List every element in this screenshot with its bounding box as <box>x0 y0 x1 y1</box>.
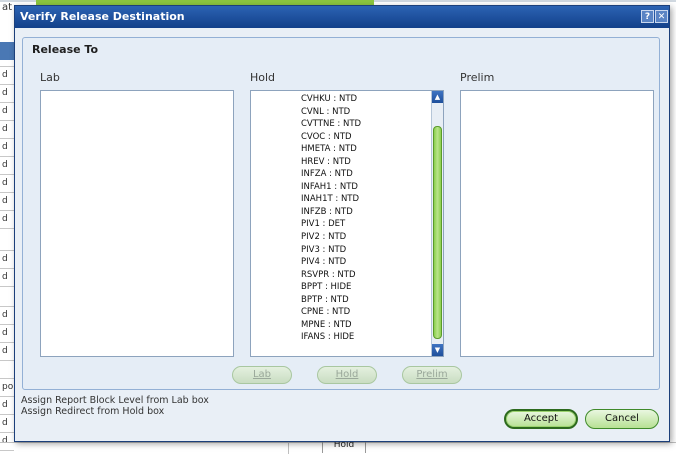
lab-column-label: Lab <box>40 71 60 84</box>
background-row: d <box>0 342 14 361</box>
background-row: d <box>0 138 14 157</box>
list-item[interactable]: HMETA : NTD <box>301 143 421 156</box>
background-header-band <box>0 42 14 60</box>
background-row: po <box>0 378 14 397</box>
background-grid-line <box>288 442 289 454</box>
list-item[interactable]: INFZB : NTD <box>301 206 421 219</box>
move-to-prelim-label: Prelim <box>416 369 448 380</box>
background-row: d <box>0 324 14 343</box>
background-column-header: at <box>2 2 13 13</box>
hold-listbox[interactable]: CVHKU : NTD CVNL : NTD CVTTNE : NTD CVOC… <box>250 90 444 357</box>
prelim-listbox[interactable] <box>460 90 654 357</box>
background-row: d <box>0 120 14 139</box>
release-to-group: Release To Lab Hold Prelim CVHKU : NTD C… <box>22 37 660 390</box>
accept-button[interactable]: Accept <box>504 409 578 429</box>
list-item[interactable]: RSVPR : NTD <box>301 269 421 282</box>
background-row: d <box>0 156 14 175</box>
move-to-prelim-button[interactable]: Prelim <box>402 366 462 384</box>
cancel-label: Cancel <box>605 413 639 424</box>
list-item[interactable]: CPNE : NTD <box>301 306 421 319</box>
background-row: d <box>0 84 14 103</box>
list-item[interactable]: INFZA : NTD <box>301 168 421 181</box>
hold-column-label: Hold <box>250 71 276 84</box>
down-arrow-icon[interactable]: ▼ <box>432 344 443 356</box>
list-item[interactable]: BPTP : NTD <box>301 294 421 307</box>
move-to-hold-label: Hold <box>335 369 359 380</box>
list-item[interactable]: CVOC : NTD <box>301 131 421 144</box>
list-item[interactable]: MPNE : NTD <box>301 319 421 332</box>
move-to-hold-button[interactable]: Hold <box>317 366 377 384</box>
help-button[interactable]: ? <box>641 10 654 23</box>
list-item[interactable]: CVNL : NTD <box>301 106 421 119</box>
background-row: d <box>0 210 14 229</box>
list-item[interactable]: PIV1 : DET <box>301 218 421 231</box>
dialog-titlebar[interactable]: Verify Release Destination <box>15 6 669 28</box>
cancel-button[interactable]: Cancel <box>585 409 659 429</box>
dialog-title: Verify Release Destination <box>20 10 185 23</box>
list-item[interactable]: INAH1T : NTD <box>301 193 421 206</box>
hold-scrollbar[interactable]: ▲ ▼ <box>431 91 443 356</box>
background-row: d <box>0 174 14 193</box>
hold-list-items: CVHKU : NTD CVNL : NTD CVTTNE : NTD CVOC… <box>301 93 421 344</box>
up-arrow-icon[interactable]: ▲ <box>432 91 443 103</box>
verify-release-dialog: Verify Release Destination ? ✕ Release T… <box>14 5 670 442</box>
background-row: d <box>0 306 14 325</box>
list-item[interactable]: PIV2 : NTD <box>301 231 421 244</box>
list-item[interactable]: CVHKU : NTD <box>301 93 421 106</box>
background-row: d <box>0 396 14 415</box>
lab-listbox[interactable] <box>40 90 234 357</box>
list-item[interactable]: INFAH1 : NTD <box>301 181 421 194</box>
list-item[interactable]: HREV : NTD <box>301 156 421 169</box>
move-to-lab-label: Lab <box>252 369 272 380</box>
list-item[interactable]: BPPT : HIDE <box>301 281 421 294</box>
list-item[interactable]: PIV3 : NTD <box>301 244 421 257</box>
list-item[interactable]: CVTTNE : NTD <box>301 118 421 131</box>
accept-label: Accept <box>523 413 559 424</box>
background-row: d <box>0 102 14 121</box>
background-row: d <box>0 250 14 269</box>
background-row: d <box>0 66 14 85</box>
instruction-note: Assign Report Block Level from Lab box <box>21 395 209 406</box>
prelim-column-label: Prelim <box>460 71 495 84</box>
instruction-note: Assign Redirect from Hold box <box>21 406 165 417</box>
list-item[interactable]: PIV4 : NTD <box>301 256 421 269</box>
group-title: Release To <box>32 43 99 56</box>
close-button[interactable]: ✕ <box>655 10 668 23</box>
background-row: d <box>0 268 14 287</box>
move-to-lab-button[interactable]: Lab <box>232 366 292 384</box>
list-item[interactable]: IFANS : HIDE <box>301 331 421 344</box>
scroll-thumb[interactable] <box>433 126 442 339</box>
background-row: d <box>0 192 14 211</box>
background-row: d <box>0 414 14 433</box>
